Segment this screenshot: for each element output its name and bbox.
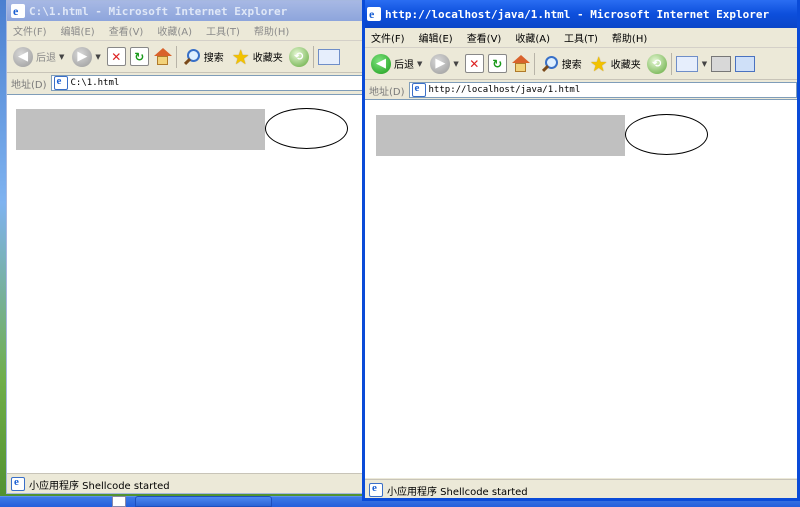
ie-icon: e (11, 4, 25, 18)
toolbar-separator (175, 45, 177, 68)
left-page-content[interactable] (7, 94, 365, 473)
back-button[interactable]: ◀ 后退 ▼ (369, 51, 424, 77)
right-browser-window[interactable]: e http://localhost/java/1.html - Microso… (362, 0, 800, 501)
favorites-label: 收藏夹 (252, 53, 283, 64)
forward-button[interactable]: ▶ ▼ (70, 44, 102, 70)
address-value: C:\1.html (70, 78, 120, 88)
home-icon[interactable] (511, 55, 530, 72)
stop-icon[interactable]: ✕ (464, 54, 484, 73)
menu-favorites[interactable]: 收藏(A) (515, 30, 550, 45)
menu-tools[interactable]: 工具(T) (206, 23, 240, 38)
search-label: 搜索 (203, 53, 224, 64)
search-button[interactable]: 搜索 (181, 44, 226, 70)
toolbar-separator (670, 52, 672, 75)
chevron-down-icon[interactable]: ▼ (59, 53, 64, 61)
ie-page-icon: e (411, 82, 426, 97)
left-toolbar: ◀ 后退 ▼ ▶ ▼ ✕ ↻ 搜索 ★ 收藏夹 ⟲ (7, 41, 365, 73)
taskbar-button[interactable] (135, 496, 272, 507)
search-label: 搜索 (561, 60, 582, 71)
left-browser-window[interactable]: e C:\1.html - Microsoft Internet Explore… (6, 0, 366, 494)
chevron-down-icon[interactable]: ▼ (417, 60, 422, 68)
menu-file[interactable]: 文件(F) (371, 30, 405, 45)
right-title-bar[interactable]: e http://localhost/java/1.html - Microso… (365, 0, 797, 28)
address-label: 地址(D) (369, 86, 405, 98)
left-status-bar: e 小应用程序 Shellcode started (7, 473, 365, 493)
favorites-button[interactable]: ★ 收藏夹 (588, 51, 643, 77)
home-icon[interactable] (153, 48, 172, 65)
left-address-bar: 地址(D) e C:\1.html (7, 73, 365, 93)
menu-help[interactable]: 帮助(H) (612, 30, 647, 45)
status-text: 小应用程序 Shellcode started (387, 486, 528, 498)
favorites-label: 收藏夹 (610, 60, 641, 71)
favorites-button[interactable]: ★ 收藏夹 (230, 44, 285, 70)
toolbar-separator (312, 45, 314, 68)
history-icon[interactable]: ⟲ (288, 46, 309, 67)
ie-page-icon: e (369, 482, 383, 497)
search-icon (183, 48, 201, 66)
right-menu-bar: 文件(F) 编辑(E) 查看(V) 收藏(A) 工具(T) 帮助(H) (365, 28, 797, 48)
ie-page-icon: e (11, 476, 25, 491)
favorites-icon: ★ (231, 44, 250, 69)
ie-page-icon: e (53, 75, 68, 90)
toolbar-separator (533, 52, 535, 75)
right-window-title: http://localhost/java/1.html - Microsoft… (385, 7, 770, 21)
chevron-down-icon[interactable]: ▼ (453, 60, 458, 68)
search-button[interactable]: 搜索 (539, 51, 584, 77)
left-window-title: C:\1.html - Microsoft Internet Explorer (29, 4, 288, 18)
address-input[interactable]: e C:\1.html (50, 75, 365, 91)
mail-icon[interactable] (675, 55, 698, 72)
chevron-down-icon[interactable]: ▼ (95, 53, 100, 61)
left-title-bar[interactable]: e C:\1.html - Microsoft Internet Explore… (7, 1, 365, 21)
menu-edit[interactable]: 编辑(E) (419, 30, 453, 45)
history-icon[interactable]: ⟲ (646, 53, 667, 74)
stop-icon[interactable]: ✕ (106, 47, 126, 66)
left-menu-bar: 文件(F) 编辑(E) 查看(V) 收藏(A) 工具(T) 帮助(H) (7, 21, 365, 41)
back-icon: ◀ (371, 53, 391, 74)
forward-icon: ▶ (72, 46, 93, 67)
refresh-icon[interactable]: ↻ (129, 47, 149, 66)
address-value: http://localhost/java/1.html (428, 85, 581, 95)
address-label: 地址(D) (11, 79, 47, 91)
print-icon[interactable] (711, 55, 732, 72)
right-toolbar: ◀ 后退 ▼ ▶ ▼ ✕ ↻ 搜索 ★ 收藏夹 ⟲ ▼ (365, 48, 797, 80)
mail-icon[interactable] (317, 48, 340, 65)
back-button[interactable]: ◀ 后退 ▼ (11, 44, 66, 70)
taskbar-icon[interactable] (112, 496, 126, 507)
applet-oval (625, 114, 708, 155)
refresh-icon[interactable]: ↻ (487, 54, 507, 73)
status-text: 小应用程序 Shellcode started (29, 480, 170, 492)
applet-oval (265, 108, 348, 149)
applet-rectangle (16, 109, 265, 150)
back-icon: ◀ (13, 46, 33, 67)
search-icon (541, 55, 559, 73)
menu-edit[interactable]: 编辑(E) (61, 23, 95, 38)
menu-tools[interactable]: 工具(T) (564, 30, 598, 45)
right-address-bar: 地址(D) e http://localhost/java/1.html (365, 80, 797, 100)
ie-icon: e (367, 7, 381, 21)
applet-rectangle (376, 115, 625, 156)
favorites-icon: ★ (589, 51, 608, 76)
menu-view[interactable]: 查看(V) (467, 30, 502, 45)
forward-icon: ▶ (430, 53, 451, 74)
menu-view[interactable]: 查看(V) (109, 23, 144, 38)
right-page-content[interactable] (365, 99, 797, 478)
edit-icon[interactable] (735, 55, 756, 72)
menu-file[interactable]: 文件(F) (13, 23, 47, 38)
address-input[interactable]: e http://localhost/java/1.html (408, 82, 797, 98)
right-status-bar: e 小应用程序 Shellcode started (365, 479, 797, 498)
chevron-down-icon[interactable]: ▼ (702, 60, 707, 68)
menu-help[interactable]: 帮助(H) (254, 23, 289, 38)
forward-button[interactable]: ▶ ▼ (428, 51, 460, 77)
menu-favorites[interactable]: 收藏(A) (157, 23, 192, 38)
back-label: 后退 (394, 60, 414, 71)
back-label: 后退 (36, 53, 56, 64)
